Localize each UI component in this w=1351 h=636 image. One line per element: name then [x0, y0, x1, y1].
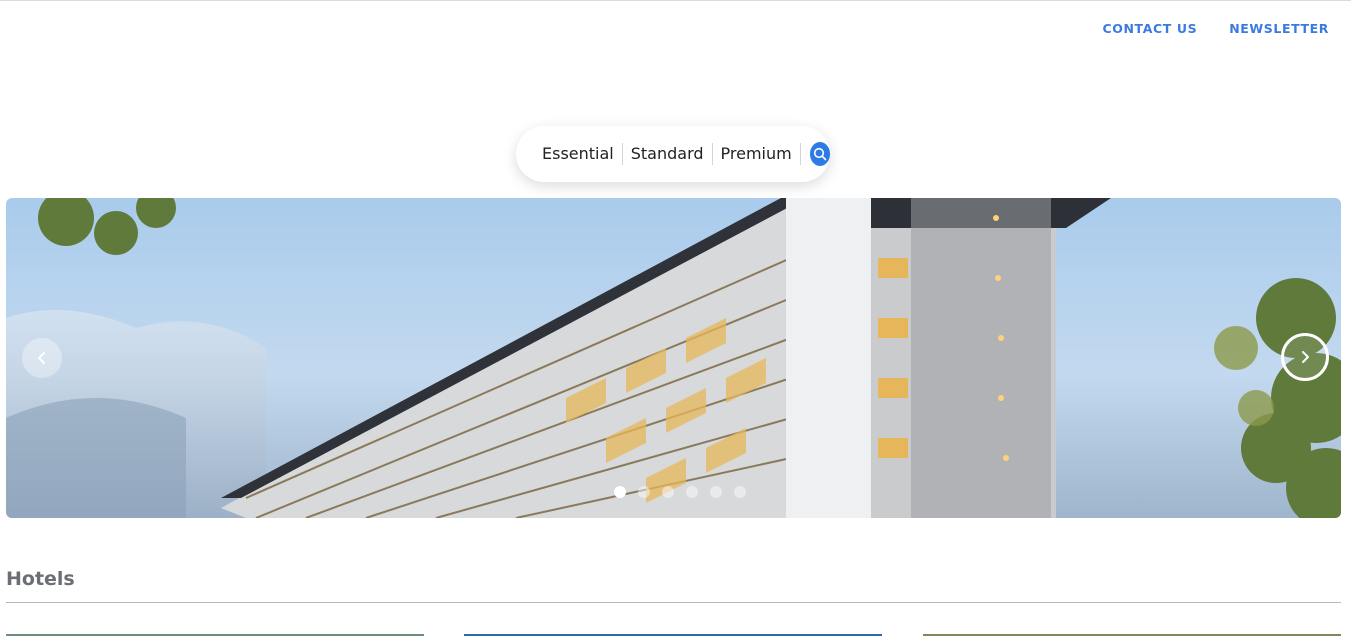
tier-selector: Essential Standard Premium [516, 126, 830, 182]
search-icon [813, 147, 827, 161]
search-button[interactable] [809, 142, 830, 166]
section-divider [6, 602, 1341, 603]
tier-essential[interactable]: Essential [534, 143, 623, 165]
carousel-indicators [614, 486, 746, 498]
carousel-next-button[interactable] [1281, 333, 1329, 381]
carousel-dot[interactable] [734, 486, 746, 498]
carousel-dot[interactable] [662, 486, 674, 498]
carousel-dot[interactable] [710, 486, 722, 498]
newsletter-link[interactable]: NEWSLETTER [1229, 21, 1329, 36]
top-nav: CONTACT US NEWSLETTER [1102, 21, 1329, 36]
tier-standard[interactable]: Standard [623, 143, 713, 165]
carousel-dot[interactable] [686, 486, 698, 498]
chevron-left-icon [38, 352, 45, 364]
carousel-dot[interactable] [614, 486, 626, 498]
chevron-right-icon [1302, 351, 1309, 363]
hero-image [6, 198, 1341, 518]
carousel-dot[interactable] [638, 486, 650, 498]
tier-premium[interactable]: Premium [713, 143, 801, 165]
carousel-prev-button[interactable] [22, 338, 62, 378]
hotels-heading: Hotels [6, 568, 75, 590]
contact-us-link[interactable]: CONTACT US [1102, 21, 1197, 36]
hero-carousel[interactable] [6, 198, 1341, 518]
